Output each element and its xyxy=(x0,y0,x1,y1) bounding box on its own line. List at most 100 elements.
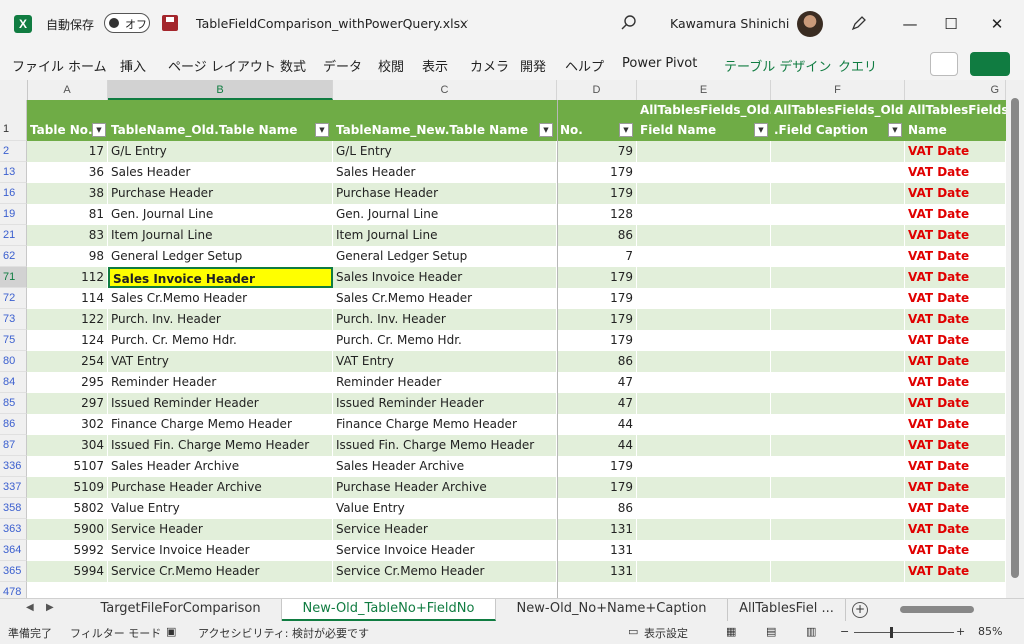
cell-b[interactable]: Service Invoice Header xyxy=(108,540,333,561)
cell-e[interactable] xyxy=(637,393,771,414)
row-number[interactable]: 71 xyxy=(0,267,27,288)
cell-g[interactable]: VAT Date xyxy=(905,141,1006,162)
cell-f[interactable] xyxy=(771,498,905,519)
cell-f[interactable] xyxy=(771,267,905,288)
menu-camera[interactable]: カメラ xyxy=(470,56,509,75)
cell-a[interactable]: 5994 xyxy=(27,561,108,582)
row-number[interactable]: 336 xyxy=(0,456,27,477)
cell-f[interactable] xyxy=(771,246,905,267)
tab-prev-icon[interactable]: ◀ xyxy=(26,602,34,613)
page-break-view-icon[interactable]: ▥ xyxy=(806,625,816,638)
cell-a[interactable]: 122 xyxy=(27,309,108,330)
zoom-out-icon[interactable]: − xyxy=(840,625,849,638)
cell-a[interactable]: 5109 xyxy=(27,477,108,498)
cell-b[interactable]: Issued Fin. Charge Memo Header xyxy=(108,435,333,456)
filter-dropdown-icon[interactable]: ▼ xyxy=(619,123,633,137)
cell-a[interactable]: 114 xyxy=(27,288,108,309)
cell-d[interactable]: 44 xyxy=(557,435,637,456)
cell-a[interactable]: 98 xyxy=(27,246,108,267)
menu-developer[interactable]: 開発 xyxy=(520,56,546,75)
cell-e[interactable] xyxy=(637,162,771,183)
cell-d[interactable]: 7 xyxy=(557,246,637,267)
cell-c[interactable]: Item Journal Line xyxy=(333,225,557,246)
cell-e[interactable] xyxy=(637,183,771,204)
cell-e[interactable] xyxy=(637,204,771,225)
cell-c[interactable]: Service Invoice Header xyxy=(333,540,557,561)
minimize-icon[interactable]: — xyxy=(896,10,924,38)
cell-g[interactable]: VAT Date xyxy=(905,309,1006,330)
close-icon[interactable]: ✕ xyxy=(983,10,1011,38)
cell-a[interactable]: 81 xyxy=(27,204,108,225)
cell-a[interactable]: 297 xyxy=(27,393,108,414)
cell-e[interactable] xyxy=(637,225,771,246)
cell-e[interactable] xyxy=(637,561,771,582)
filter-dropdown-icon[interactable]: ▼ xyxy=(754,123,768,137)
search-icon[interactable] xyxy=(620,14,638,32)
menu-help[interactable]: ヘルプ xyxy=(565,56,604,75)
cell-c[interactable]: Purch. Cr. Memo Hdr. xyxy=(333,330,557,351)
row-number[interactable]: 86 xyxy=(0,414,27,435)
cell-d[interactable]: 128 xyxy=(557,204,637,225)
macro-record-icon[interactable]: ▣ xyxy=(166,625,176,638)
cell-g[interactable]: VAT Date xyxy=(905,351,1006,372)
row-number[interactable]: 19 xyxy=(0,204,27,225)
cell-f[interactable] xyxy=(771,288,905,309)
cell-f[interactable] xyxy=(771,162,905,183)
row-number[interactable]: 365 xyxy=(0,561,27,582)
row-number[interactable]: 73 xyxy=(0,309,27,330)
cell-f[interactable] xyxy=(771,372,905,393)
row-number[interactable]: 13 xyxy=(0,162,27,183)
column-header-a[interactable]: A xyxy=(27,80,108,100)
cell-d[interactable]: 179 xyxy=(557,288,637,309)
menu-page-layout[interactable]: ページ レイアウト xyxy=(168,56,276,75)
row-number[interactable]: 358 xyxy=(0,498,27,519)
status-accessibility[interactable]: アクセシビリティ: 検討が必要です xyxy=(198,625,369,641)
cell-c[interactable]: General Ledger Setup xyxy=(333,246,557,267)
cell-g[interactable]: VAT Date xyxy=(905,456,1006,477)
cell-b[interactable]: General Ledger Setup xyxy=(108,246,333,267)
cell-f[interactable] xyxy=(771,435,905,456)
cell-c[interactable]: Purchase Header xyxy=(333,183,557,204)
tab-target-file[interactable]: TargetFileForComparison xyxy=(80,599,282,621)
autosave-toggle[interactable]: オフ xyxy=(104,13,150,33)
cell-b[interactable]: Issued Reminder Header xyxy=(108,393,333,414)
cell-a[interactable]: 124 xyxy=(27,330,108,351)
cell-f[interactable] xyxy=(771,519,905,540)
save-icon[interactable] xyxy=(162,15,178,31)
tab-next-icon[interactable]: ▶ xyxy=(46,602,54,613)
row-number[interactable]: 62 xyxy=(0,246,27,267)
cell-b[interactable]: VAT Entry xyxy=(108,351,333,372)
cell-a[interactable]: 112 xyxy=(27,267,108,288)
cell-c[interactable]: VAT Entry xyxy=(333,351,557,372)
menu-table-design[interactable]: テーブル デザイン xyxy=(724,56,831,75)
cell-f[interactable] xyxy=(771,393,905,414)
cell-c[interactable]: Issued Reminder Header xyxy=(333,393,557,414)
row-number[interactable]: 478 xyxy=(0,582,27,598)
vertical-scrollbar[interactable] xyxy=(1006,80,1024,598)
cell-d[interactable]: 179 xyxy=(557,267,637,288)
cell-c[interactable]: Value Entry xyxy=(333,498,557,519)
filter-dropdown-icon[interactable]: ▼ xyxy=(539,123,553,137)
scroll-thumb[interactable] xyxy=(1011,98,1019,578)
cell-e[interactable] xyxy=(637,456,771,477)
cell-b[interactable]: Finance Charge Memo Header xyxy=(108,414,333,435)
cell-c[interactable]: Issued Fin. Charge Memo Header xyxy=(333,435,557,456)
cell-a[interactable]: 36 xyxy=(27,162,108,183)
cell-d[interactable]: 179 xyxy=(557,330,637,351)
cell-b[interactable]: Sales Cr.Memo Header xyxy=(108,288,333,309)
select-all-corner[interactable] xyxy=(0,80,28,100)
cell-f[interactable] xyxy=(771,141,905,162)
cell-b[interactable]: Gen. Journal Line xyxy=(108,204,333,225)
cell-e[interactable] xyxy=(637,330,771,351)
cell-g[interactable]: VAT Date xyxy=(905,519,1006,540)
cell-b[interactable]: Purch. Inv. Header xyxy=(108,309,333,330)
cell-g[interactable]: VAT Date xyxy=(905,162,1006,183)
cell-d[interactable]: 86 xyxy=(557,351,637,372)
cell-f[interactable] xyxy=(771,540,905,561)
cell-b[interactable]: Purchase Header xyxy=(108,183,333,204)
cell-e[interactable] xyxy=(637,435,771,456)
cell-g[interactable]: VAT Date xyxy=(905,477,1006,498)
zoom-slider[interactable] xyxy=(854,632,954,633)
cell-f[interactable] xyxy=(771,309,905,330)
cell-f[interactable] xyxy=(771,225,905,246)
